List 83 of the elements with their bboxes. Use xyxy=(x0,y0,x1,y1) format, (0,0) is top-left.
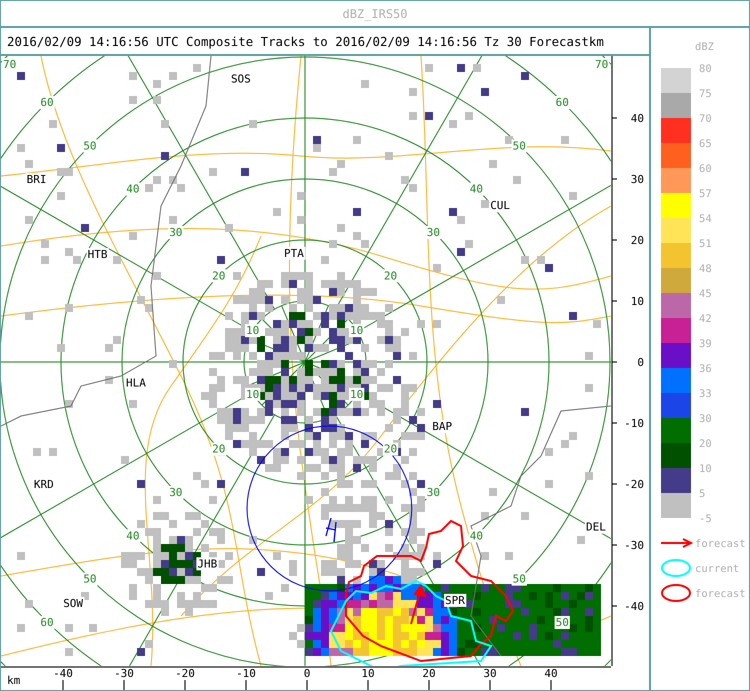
axis-tick-label: 0 xyxy=(304,667,310,680)
axis-tick-label: -40 xyxy=(53,667,73,680)
range-label: 70 xyxy=(594,58,610,71)
range-label: 30 xyxy=(168,486,184,499)
axis-tick-label: 40 xyxy=(630,112,644,125)
axis-tick-label: 40 xyxy=(544,667,558,680)
range-label: 10 xyxy=(349,324,364,338)
range-label: 50 xyxy=(82,139,98,152)
scale-label: 33 xyxy=(699,388,712,400)
axis-tick-label: 0 xyxy=(637,356,644,369)
town-label: SOW xyxy=(62,596,84,610)
scale-label: -5 xyxy=(699,513,712,525)
range-label: 50 xyxy=(82,572,98,586)
range-label: 40 xyxy=(125,529,140,542)
town-label: KRD xyxy=(32,478,55,491)
range-label: 20 xyxy=(211,269,226,282)
range-label: 50 xyxy=(512,139,527,152)
legend-label: forecast xyxy=(695,588,746,600)
scale-label: 70 xyxy=(699,113,712,125)
scale-label: 5 xyxy=(699,488,706,500)
range-label: 30 xyxy=(426,486,442,499)
town-label: DEL xyxy=(584,520,608,534)
scale-label: 48 xyxy=(699,263,712,275)
axis-tick-label: -40 xyxy=(624,600,644,613)
axis-tick-label: -20 xyxy=(624,478,644,491)
legend-label: current xyxy=(695,563,740,575)
axis-tick-label: 10 xyxy=(630,295,644,308)
town-label: BAP xyxy=(431,420,454,434)
range-label: 30 xyxy=(168,226,184,239)
scale-label: 57 xyxy=(699,188,712,200)
track-marker-icon xyxy=(325,517,337,543)
scale-label: 45 xyxy=(699,288,712,300)
scale-label: 10 xyxy=(699,463,712,475)
axis-tick-label: -20 xyxy=(175,667,195,680)
axis-tick-label: -10 xyxy=(236,667,256,680)
scale-label: 60 xyxy=(699,163,712,175)
town-label: CUL xyxy=(489,199,512,212)
scale-label: 65 xyxy=(699,138,712,150)
scale-label: 80 xyxy=(699,63,712,75)
axis-tick-label: 10 xyxy=(361,667,375,680)
window-title: dBZ_IRS50 xyxy=(1,1,749,28)
scale-label: 75 xyxy=(699,88,712,100)
axis-tick-label: -30 xyxy=(114,667,134,680)
range-label: 20 xyxy=(382,269,398,282)
range-label: 50 xyxy=(554,616,570,629)
town-label: BRI xyxy=(26,173,48,186)
town-label: SPR xyxy=(444,594,466,607)
axis-tick-label: 30 xyxy=(630,173,644,186)
range-label: 60 xyxy=(554,96,570,109)
town-label: PTA xyxy=(283,246,306,260)
legend-unit: dBZ xyxy=(695,41,714,53)
scale-label: 39 xyxy=(699,338,712,350)
axis-tick-label: 20 xyxy=(422,667,436,680)
axis-tick-label: 30 xyxy=(483,667,497,680)
range-label: 50 xyxy=(512,572,527,586)
range-label: 40 xyxy=(125,182,140,196)
range-label: 40 xyxy=(468,529,484,542)
town-label: HLA xyxy=(125,376,148,390)
town-label: JHB xyxy=(196,557,219,570)
range-label: 10 xyxy=(349,388,364,401)
axis-tick-label: -30 xyxy=(624,539,644,552)
scale-label: 54 xyxy=(699,213,712,225)
axis-tick-label: -10 xyxy=(624,417,644,430)
forecast-arrow xyxy=(410,584,426,625)
scale-label: 51 xyxy=(699,238,712,250)
scale-label: 20 xyxy=(699,438,712,450)
legend-label: forecast xyxy=(695,538,746,550)
axis-unit: km xyxy=(588,34,604,48)
scale-label: 36 xyxy=(699,363,712,375)
range-label: 60 xyxy=(39,96,55,109)
axis-tick-label: 20 xyxy=(630,234,644,247)
scale-label: 30 xyxy=(699,413,712,425)
range-label: 20 xyxy=(382,442,398,456)
range-label: 60 xyxy=(39,616,55,629)
plot-title: 2016/02/09 14:16:56 UTC Composite Tracks to 2016/02/09 14:16:56 Tz 30 Forecastkm xyxy=(1,28,649,56)
range-label: 70 xyxy=(2,58,18,71)
range-label: 10 xyxy=(245,324,260,338)
axis-unit: km xyxy=(7,674,20,687)
town-label: SOS xyxy=(230,72,252,86)
range-label: 40 xyxy=(468,182,484,196)
range-label: 30 xyxy=(426,226,442,239)
scale-label: 42 xyxy=(699,313,712,325)
range-label: 20 xyxy=(211,442,226,456)
